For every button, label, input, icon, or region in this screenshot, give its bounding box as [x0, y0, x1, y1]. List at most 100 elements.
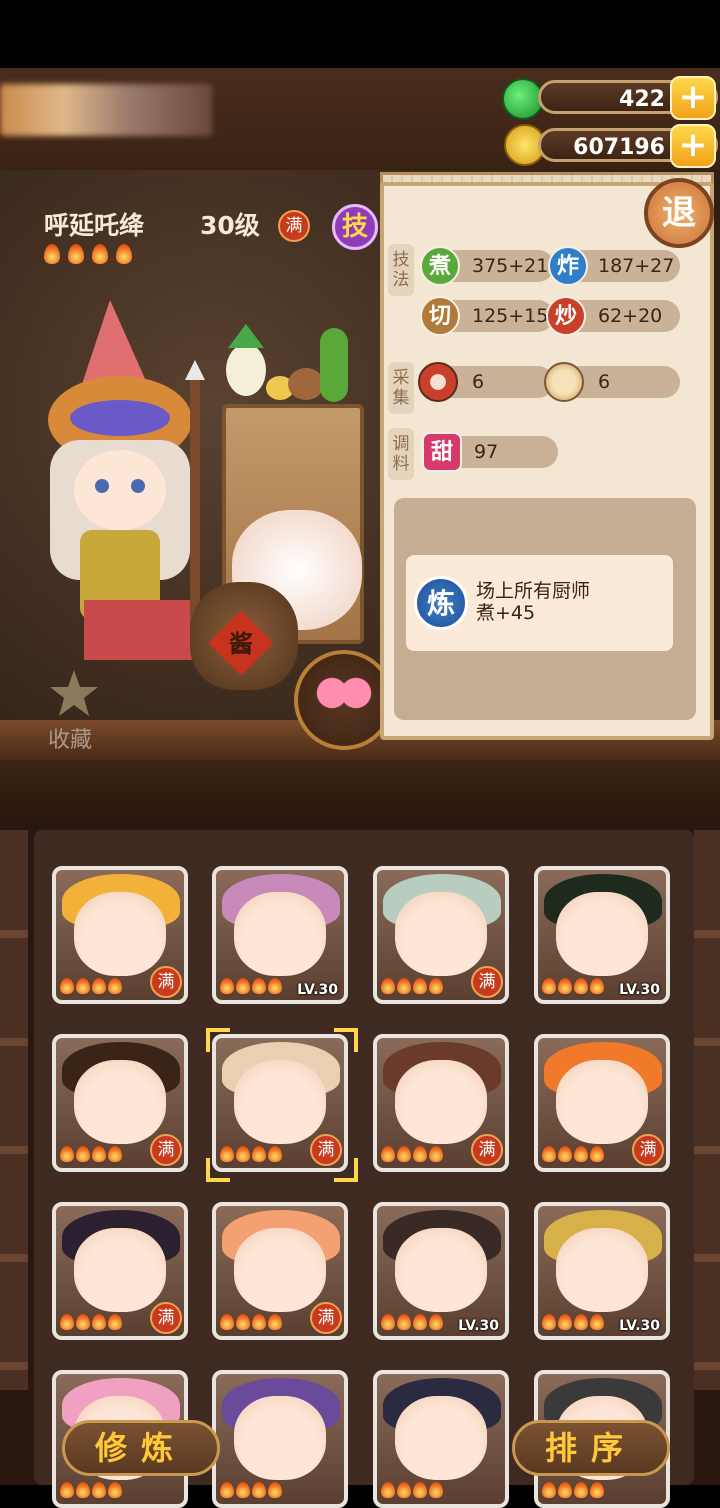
- rarity-flame-icon: [590, 1314, 604, 1330]
- rarity-flame-icon: [68, 244, 84, 264]
- rarity-flame-icon: [92, 1314, 106, 1330]
- cultivate-button[interactable]: 修炼: [62, 1420, 220, 1476]
- rarity-flame-icon: [558, 1314, 572, 1330]
- chef-level: 30级: [200, 211, 260, 240]
- rarity-flame-icon: [381, 1146, 395, 1162]
- rarity-flame-icon: [236, 1146, 250, 1162]
- full-badge: 满: [150, 1134, 182, 1166]
- skill-button[interactable]: 技: [332, 204, 378, 250]
- fry-icon: 炸: [548, 246, 588, 286]
- chef-card[interactable]: [373, 1370, 509, 1508]
- favorite-label[interactable]: 收藏: [48, 722, 92, 754]
- chef-face: [74, 892, 166, 976]
- cut-icon: 切: [420, 296, 460, 336]
- chef-card[interactable]: LV.30: [534, 866, 670, 1004]
- rarity-flame-icon: [220, 978, 234, 994]
- chef-face: [556, 1228, 648, 1312]
- rarity-flame-icon: [542, 1482, 556, 1498]
- boil-icon: 煮: [420, 246, 460, 286]
- sort-button[interactable]: 排序: [512, 1420, 670, 1476]
- stir-fry-icon: 炒: [546, 296, 586, 336]
- divider: [0, 760, 720, 820]
- selection-corner: [206, 1158, 230, 1182]
- rarity-flame-icon: [252, 1314, 266, 1330]
- exit-button[interactable]: 退: [644, 178, 714, 248]
- rarity-flame-icon: [268, 1146, 282, 1162]
- rarity-flame-icon: [236, 1314, 250, 1330]
- star-icon[interactable]: [48, 668, 100, 720]
- add-coin-button[interactable]: +: [670, 124, 716, 168]
- rarity-flame-icon: [574, 1314, 588, 1330]
- add-jade-button[interactable]: +: [670, 76, 716, 120]
- skill-effect-line2: 煮+45: [476, 602, 536, 624]
- rarity-flame-icon: [590, 978, 604, 994]
- full-badge: 满: [632, 1134, 664, 1166]
- rarity-flame-icon: [92, 1146, 106, 1162]
- stir-fry-value: 62+20: [598, 305, 663, 327]
- chef-face: [234, 1060, 326, 1144]
- gather-side-label: 采集: [388, 362, 414, 414]
- rarity-flame-icon: [268, 978, 282, 994]
- chef-card[interactable]: 满: [52, 866, 188, 1004]
- rarity-flame-icon: [381, 978, 395, 994]
- rarity-flame-icon: [413, 978, 427, 994]
- rarity-flame-icon: [429, 1482, 443, 1498]
- chef-face: [74, 1060, 166, 1144]
- rarity-flame-icon: [220, 1482, 234, 1498]
- rarity-flame-icon: [76, 1314, 90, 1330]
- rarity-flame-icon: [76, 1146, 90, 1162]
- rarity-flame-icon: [558, 1146, 572, 1162]
- chef-card[interactable]: LV.30: [534, 1202, 670, 1340]
- butterfly-charm-icon: [314, 668, 374, 718]
- chef-card[interactable]: 满: [52, 1202, 188, 1340]
- selection-corner: [334, 1028, 358, 1052]
- sweet-value: 97: [474, 441, 499, 463]
- chef-card[interactable]: 满: [52, 1034, 188, 1172]
- chef-level-label: LV.30: [619, 982, 660, 998]
- rarity-flame-icon: [413, 1314, 427, 1330]
- rarity-flame-icon: [252, 1146, 266, 1162]
- chef-card[interactable]: 满: [534, 1034, 670, 1172]
- rarity-flame-icon: [252, 978, 266, 994]
- chef-card[interactable]: 满: [373, 1034, 509, 1172]
- full-badge: 满: [150, 1302, 182, 1334]
- chef-card[interactable]: LV.30: [212, 866, 348, 1004]
- chef-face: [395, 1060, 487, 1144]
- rarity-flame-icon: [397, 1314, 411, 1330]
- rarity-flame-icon: [381, 1482, 395, 1498]
- rarity-flame-icon: [542, 978, 556, 994]
- rarity-flame-icon: [60, 978, 74, 994]
- rarity-flame-icon: [429, 978, 443, 994]
- chef-name: 呼延吒绛: [44, 211, 145, 240]
- chef-card[interactable]: 满: [373, 866, 509, 1004]
- rarity-flame-icon: [542, 1146, 556, 1162]
- rarity-flame-icon: [92, 978, 106, 994]
- right-rail: [694, 830, 720, 1390]
- chef-face: [395, 1396, 487, 1480]
- chef-level-label: LV.30: [619, 1318, 660, 1334]
- chef-card[interactable]: LV.30: [373, 1202, 509, 1340]
- rarity-flame-icon: [590, 1146, 604, 1162]
- rarity-flame-icon: [92, 244, 108, 264]
- chef-level-label: LV.30: [297, 982, 338, 998]
- rarity-flame-icon: [220, 1314, 234, 1330]
- rarity-flame-icon: [429, 1146, 443, 1162]
- rarity-flame-icon: [397, 978, 411, 994]
- full-badge: 满: [471, 966, 503, 998]
- rarity-flame-icon: [558, 1482, 572, 1498]
- full-badge: 满: [278, 210, 310, 242]
- chef-card[interactable]: [212, 1370, 348, 1508]
- selection-corner: [206, 1028, 230, 1052]
- rarity-flame-icon: [381, 1314, 395, 1330]
- chef-card[interactable]: 满: [212, 1034, 348, 1172]
- full-badge: 满: [150, 966, 182, 998]
- bread-icon: [544, 362, 584, 402]
- chef-card[interactable]: 满: [212, 1202, 348, 1340]
- chef-face: [234, 1228, 326, 1312]
- rarity-flame-icon: [76, 1482, 90, 1498]
- player-name-blurred: [0, 84, 212, 136]
- selection-corner: [334, 1158, 358, 1182]
- skill-effect-text: 场上所有厨师 煮+45: [476, 580, 666, 624]
- rarity-flame-icon: [429, 1314, 443, 1330]
- full-badge: 满: [471, 1134, 503, 1166]
